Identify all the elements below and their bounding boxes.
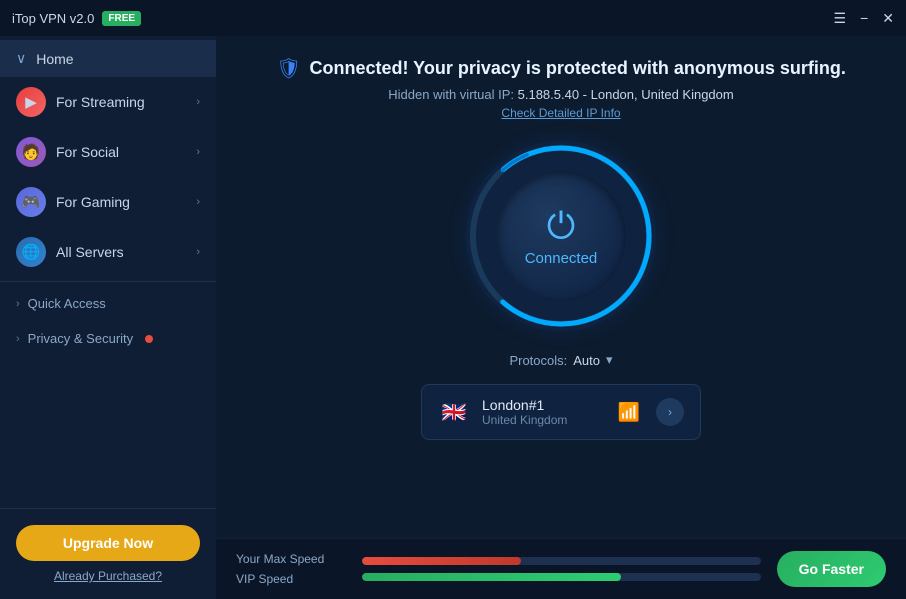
sidebar-item-streaming[interactable]: ▶ For Streaming ›	[0, 77, 216, 127]
sidebar-item-social[interactable]: 🧑 For Social ›	[0, 127, 216, 177]
ip-info: Hidden with virtual IP: 5.188.5.40 - Lon…	[388, 87, 733, 102]
sidebar-item-gaming[interactable]: 🎮 For Gaming ›	[0, 177, 216, 227]
shield-check-icon: 🛡	[276, 56, 301, 81]
server-name: London#1	[482, 397, 606, 413]
sidebar-item-home[interactable]: ∨ Home	[0, 40, 216, 77]
streaming-icon: ▶	[16, 87, 46, 117]
server-info: London#1 United Kingdom	[482, 397, 606, 427]
sidebar-item-all-servers[interactable]: 🌐 All Servers ›	[0, 227, 216, 277]
speed-section: Your Max Speed VIP Speed Go Faster	[216, 538, 906, 599]
chevron-right-icon: ›	[196, 96, 200, 108]
home-icon: ∨	[16, 50, 26, 67]
power-icon: ⏻	[547, 205, 575, 248]
server-card[interactable]: 🇬🇧 London#1 United Kingdom 📶 ›	[421, 384, 701, 440]
status-text: Connected! Your privacy is protected wit…	[309, 58, 845, 79]
protocols-label: Protocols:	[509, 353, 567, 368]
sidebar-divider	[0, 281, 216, 282]
vip-speed-fill	[362, 573, 621, 581]
ip-value: 5.188.5.40 - London, United Kingdom	[518, 87, 734, 102]
chevron-right-icon: ›	[16, 298, 20, 310]
notification-dot	[145, 335, 153, 343]
titlebar: iTop VPN v2.0 FREE ☰ − ✕	[0, 0, 906, 36]
protocols-selector[interactable]: Protocols: Auto ▾	[509, 352, 612, 368]
sidebar-bottom: Upgrade Now Already Purchased?	[0, 508, 216, 599]
sidebar-home-label: Home	[36, 51, 73, 67]
chevron-right-icon: ›	[196, 246, 200, 258]
signal-strength-icon: 📶	[618, 402, 640, 423]
power-state-label: Connected	[525, 250, 598, 267]
sidebar-item-privacy-security[interactable]: › Privacy & Security	[0, 321, 216, 356]
app-body: ∨ Home ▶ For Streaming › 🧑 For Social › …	[0, 36, 906, 599]
window-controls: ☰ − ✕	[834, 11, 894, 25]
next-server-button[interactable]: ›	[656, 398, 684, 426]
privacy-security-label: Privacy & Security	[28, 331, 133, 346]
protocols-value: Auto	[573, 353, 600, 368]
power-button-container[interactable]: ⏻ Connected	[461, 136, 661, 336]
app-title-area: iTop VPN v2.0 FREE	[12, 11, 141, 26]
speed-labels: Your Max Speed VIP Speed	[236, 552, 346, 586]
server-flag: 🇬🇧	[438, 401, 470, 423]
sidebar-item-quick-access[interactable]: › Quick Access	[0, 286, 216, 321]
sidebar-social-label: For Social	[56, 144, 119, 160]
main-content: 🛡 Connected! Your privacy is protected w…	[216, 36, 906, 599]
power-inner-circle[interactable]: ⏻ Connected	[496, 171, 626, 301]
go-faster-button[interactable]: Go Faster	[777, 551, 886, 587]
quick-access-label: Quick Access	[28, 296, 106, 311]
social-icon: 🧑	[16, 137, 46, 167]
server-country: United Kingdom	[482, 413, 606, 427]
vip-speed-label: VIP Speed	[236, 572, 346, 586]
app-title: iTop VPN v2.0	[12, 11, 94, 26]
already-purchased-link[interactable]: Already Purchased?	[54, 569, 162, 583]
minimize-button[interactable]: −	[860, 11, 868, 25]
max-speed-fill	[362, 557, 521, 565]
chevron-right-icon: ›	[16, 333, 20, 345]
sidebar-servers-label: All Servers	[56, 244, 124, 260]
chevron-right-icon: ›	[196, 146, 200, 158]
check-ip-link[interactable]: Check Detailed IP Info	[501, 106, 620, 120]
close-button[interactable]: ✕	[882, 11, 894, 25]
menu-button[interactable]: ☰	[834, 11, 847, 25]
speed-bars	[362, 557, 761, 581]
sidebar-gaming-label: For Gaming	[56, 194, 130, 210]
max-speed-label: Your Max Speed	[236, 552, 346, 566]
vip-speed-track	[362, 573, 761, 581]
sidebar: ∨ Home ▶ For Streaming › 🧑 For Social › …	[0, 36, 216, 599]
status-banner: 🛡 Connected! Your privacy is protected w…	[276, 56, 846, 81]
chevron-right-icon: ›	[196, 196, 200, 208]
chevron-down-icon: ▾	[606, 352, 613, 368]
ip-label: Hidden with virtual IP:	[388, 87, 514, 102]
max-speed-track	[362, 557, 761, 565]
sidebar-streaming-label: For Streaming	[56, 94, 145, 110]
free-badge: FREE	[102, 11, 141, 26]
gaming-icon: 🎮	[16, 187, 46, 217]
upgrade-now-button[interactable]: Upgrade Now	[16, 525, 200, 561]
servers-icon: 🌐	[16, 237, 46, 267]
